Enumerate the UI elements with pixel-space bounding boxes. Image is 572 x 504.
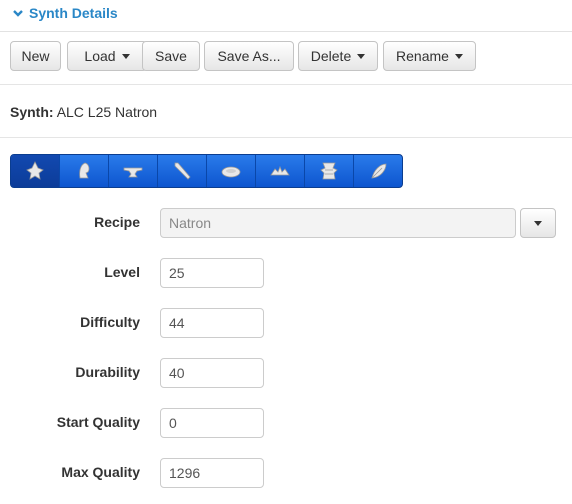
level-field[interactable]: 25	[160, 258, 264, 288]
caret-down-icon	[357, 53, 366, 59]
class-button-carpenter[interactable]	[158, 155, 207, 187]
durability-field[interactable]: 40	[160, 358, 264, 388]
caret-down-icon	[121, 53, 130, 59]
weaver-icon	[370, 163, 386, 179]
goldsmith-icon	[270, 165, 290, 176]
crafter-class-bar	[10, 154, 403, 188]
level-label: Level	[104, 264, 140, 280]
class-button-goldsmith[interactable]	[256, 155, 305, 187]
class-button-leatherworker[interactable]	[305, 155, 354, 187]
start-quality-label: Start Quality	[56, 414, 140, 430]
panel-title: Synth Details	[29, 5, 118, 21]
caret-down-icon	[454, 53, 463, 59]
delete-button[interactable]: Delete	[298, 41, 378, 71]
recipe-label: Recipe	[94, 214, 140, 230]
class-button-alchemist[interactable]	[11, 155, 60, 187]
load-button[interactable]: Load	[67, 41, 147, 71]
synth-name: ALC L25 Natron	[56, 104, 158, 120]
alchemist-icon	[26, 161, 44, 180]
max-quality-field[interactable]: 1296	[160, 458, 264, 488]
divider	[0, 137, 572, 138]
class-button-culinarian[interactable]	[207, 155, 256, 187]
class-button-blacksmith[interactable]	[109, 155, 158, 187]
leatherworker-icon	[320, 162, 338, 180]
delete-button-label: Delete	[310, 48, 352, 64]
start-quality-field[interactable]: 0	[160, 408, 264, 438]
max-quality-label: Max Quality	[61, 464, 140, 480]
blacksmith-icon	[123, 167, 143, 178]
save-as-button-label: Save As...	[217, 48, 281, 64]
synth-label: Synth:	[10, 104, 54, 120]
caret-down-icon	[534, 220, 542, 226]
load-button-label: Load	[84, 48, 116, 64]
carpenter-icon	[174, 162, 191, 180]
divider	[0, 84, 572, 85]
panel-header[interactable]: Synth Details	[0, 0, 572, 32]
culinarian-icon	[221, 166, 241, 178]
save-button-label: Save	[155, 48, 187, 64]
recipe-field[interactable]: Natron	[160, 208, 516, 238]
chevron-down-icon	[13, 10, 23, 17]
new-button[interactable]: New	[10, 41, 61, 71]
difficulty-field[interactable]: 44	[160, 308, 264, 338]
rename-button[interactable]: Rename	[383, 41, 476, 71]
armorer-icon	[79, 162, 90, 179]
durability-label: Durability	[75, 364, 140, 380]
recipe-dropdown-button[interactable]	[520, 208, 556, 238]
class-button-armorer[interactable]	[60, 155, 109, 187]
synth-name-line: Synth: ALC L25 Natron	[10, 104, 157, 120]
class-button-weaver[interactable]	[354, 155, 402, 187]
new-button-label: New	[21, 48, 50, 64]
rename-button-label: Rename	[396, 48, 449, 64]
difficulty-label: Difficulty	[80, 314, 140, 330]
save-as-button[interactable]: Save As...	[204, 41, 294, 71]
save-button[interactable]: Save	[142, 41, 200, 71]
